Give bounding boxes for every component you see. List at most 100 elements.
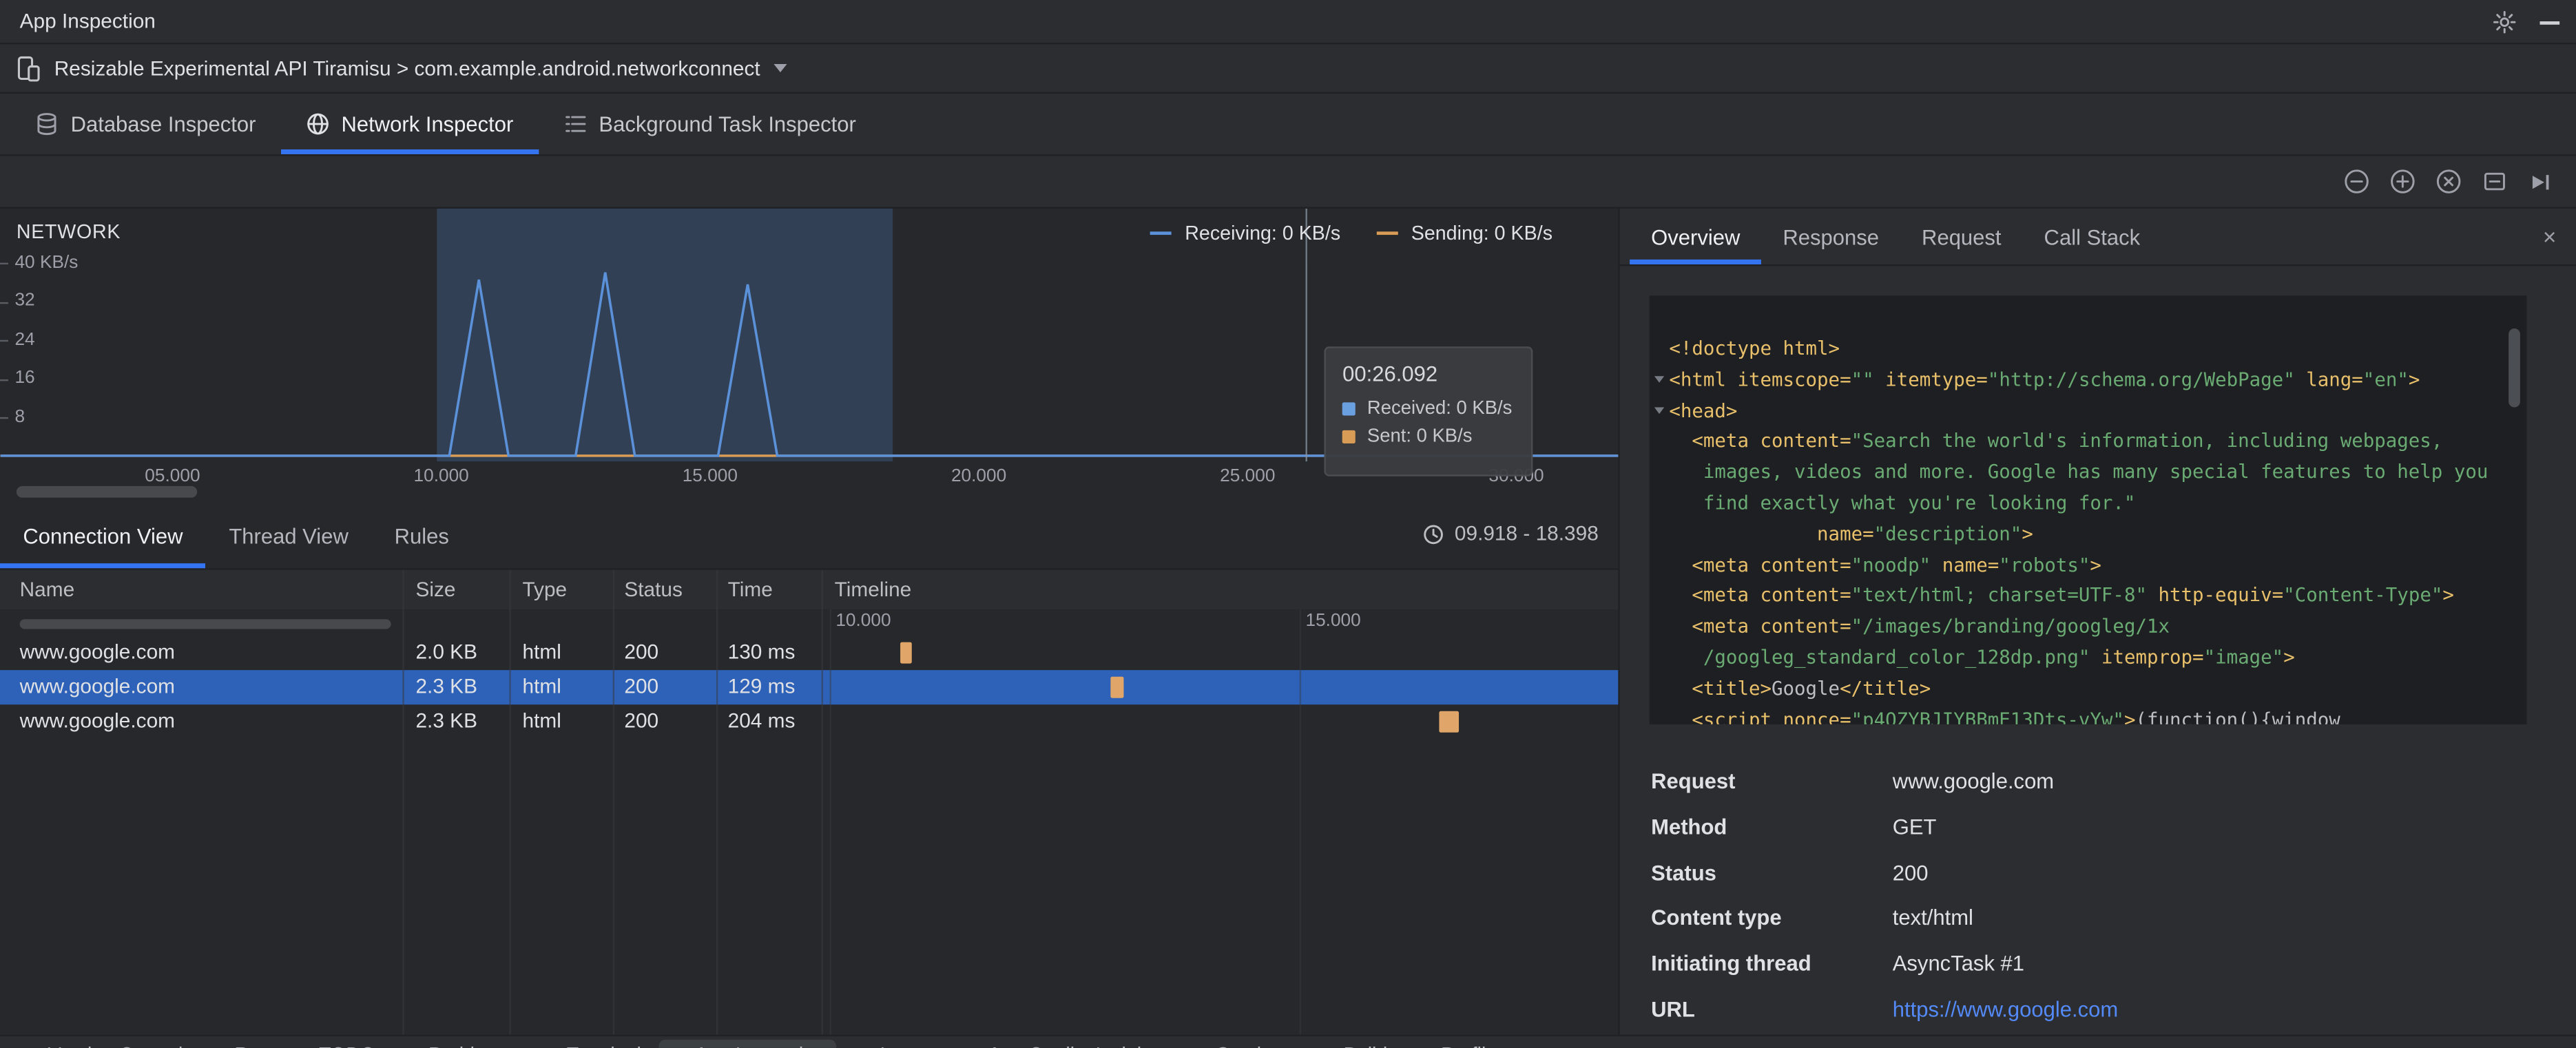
timeline-request-bar bbox=[900, 642, 912, 664]
field-value: 200 bbox=[1892, 860, 1929, 885]
response-preview-editor[interactable]: <!doctype html> <html itemscope="" itemty… bbox=[1649, 295, 2527, 724]
selected-time-range: 09.918 - 18.398 bbox=[1424, 522, 1599, 545]
toolwindow-profiler[interactable]: ◷ Profiler bbox=[1406, 1040, 1515, 1048]
reset-zoom-button[interactable] bbox=[2435, 167, 2463, 196]
column-header-type[interactable]: Type bbox=[522, 570, 567, 609]
field-row-content-type: Content type text/html bbox=[1651, 895, 2546, 941]
x-axis-tick-label: 15.000 bbox=[682, 466, 738, 487]
y-axis-tick-label: 8 bbox=[14, 406, 25, 426]
connections-panel: Connection View Thread View Rules 09.918 -… bbox=[0, 503, 1619, 1035]
logcat-icon: ▤ bbox=[855, 1044, 872, 1048]
cell-size: 2.3 KB bbox=[415, 675, 477, 698]
inspector-tab-background-task-inspector[interactable]: Background Task Inspector bbox=[538, 94, 881, 154]
toolwindow-run[interactable]: ▶ Run bbox=[201, 1040, 282, 1048]
field-row-request: Request www.google.com bbox=[1651, 759, 2546, 804]
toolwindow-build[interactable]: ◆ Build bbox=[1310, 1040, 1399, 1048]
toolwindow-logcat[interactable]: ▤ Logcat bbox=[843, 1040, 951, 1048]
column-header-name[interactable]: Name bbox=[20, 570, 75, 609]
table-row[interactable]: www.google.com 2.3 KB html 200 204 ms bbox=[0, 704, 1618, 739]
tooltip-value: Sent: 0 KB/s bbox=[1367, 427, 1473, 447]
toolwindow-label: TODO bbox=[319, 1043, 375, 1048]
process-selector[interactable]: Resizable Experimental API Tiramisu > co… bbox=[0, 44, 2576, 94]
chart-title: NETWORK bbox=[16, 220, 121, 244]
toolwindow-terminal[interactable]: ▭ Terminal bbox=[530, 1040, 652, 1048]
details-tab-bar: Overview Response Request Call Stack bbox=[1619, 209, 2576, 266]
cell-status: 200 bbox=[624, 640, 659, 664]
field-label: Request bbox=[1651, 769, 1736, 794]
tooltip-swatch bbox=[1342, 430, 1356, 444]
legend-label: Receiving: 0 KB/s bbox=[1185, 222, 1341, 245]
name-column-scrollbar[interactable] bbox=[19, 619, 391, 629]
field-value: text/html bbox=[1892, 905, 1973, 930]
tooltip-row: Received: 0 KB/s bbox=[1342, 399, 1515, 419]
tab-connection-view[interactable]: Connection View bbox=[0, 503, 206, 568]
table-row[interactable]: www.google.com 2.0 KB html 200 130 ms bbox=[0, 636, 1618, 670]
cell-name: www.google.com bbox=[19, 675, 176, 698]
code-line: <head> bbox=[1669, 398, 1738, 422]
version-control-icon: ⊙ bbox=[25, 1044, 40, 1048]
code-scrollbar[interactable] bbox=[2509, 328, 2520, 408]
app-quality-insights-icon: ◔ bbox=[969, 1045, 980, 1048]
toolwindow-todo[interactable]: ≡ TODO bbox=[289, 1040, 387, 1048]
database-icon bbox=[34, 112, 59, 136]
field-value-link[interactable]: https://www.google.com bbox=[1893, 996, 2118, 1021]
details-tab-call-stack[interactable]: Call Stack bbox=[2023, 209, 2162, 264]
cell-size: 2.0 KB bbox=[415, 640, 477, 664]
zoom-in-button[interactable] bbox=[2389, 167, 2417, 196]
fold-marker-icon[interactable] bbox=[1654, 375, 1665, 383]
chart-scrollbar[interactable] bbox=[16, 486, 198, 498]
zoom-out-button[interactable] bbox=[2343, 167, 2371, 196]
jump-to-live-button[interactable] bbox=[2526, 168, 2553, 194]
legend-label: Sending: 0 KB/s bbox=[1411, 222, 1553, 245]
column-header-timeline[interactable]: Timeline bbox=[835, 570, 912, 609]
cell-status: 200 bbox=[624, 675, 659, 698]
toolwindow-label: Services bbox=[1216, 1043, 1292, 1048]
toolwindow-app-inspection[interactable]: ◎ App Inspection bbox=[659, 1039, 837, 1048]
column-header-status[interactable]: Status bbox=[624, 570, 683, 609]
code-line: name="description"> bbox=[1669, 521, 2033, 545]
toolwindow-services[interactable]: ⊞ Services bbox=[1181, 1040, 1303, 1048]
field-row-url: URL https://www.google.com bbox=[1651, 986, 2546, 1031]
process-selection-label: Resizable Experimental API Tiramisu > co… bbox=[54, 56, 760, 80]
fold-marker-icon[interactable] bbox=[1654, 406, 1665, 414]
toolwindow-problems[interactable]: ⊘ Problems bbox=[394, 1040, 523, 1048]
y-axis-tick-label: 32 bbox=[14, 291, 35, 311]
timeline-tick-label: 15.000 bbox=[1305, 611, 1361, 631]
inspector-tab-database-inspector[interactable]: Database Inspector bbox=[10, 94, 280, 154]
y-axis-tick bbox=[0, 262, 8, 265]
column-divider bbox=[612, 569, 615, 1035]
code-line: find exactly what you're looking for." bbox=[1669, 491, 2136, 514]
toolwindow-version-control[interactable]: ⊙ Version Control bbox=[13, 1040, 194, 1048]
details-tab-response[interactable]: Response bbox=[1761, 209, 1900, 264]
timeline-gridline bbox=[1298, 609, 1301, 1035]
field-row-status: Status 200 bbox=[1651, 850, 2546, 895]
column-divider bbox=[509, 569, 511, 1035]
column-header-time[interactable]: Time bbox=[728, 570, 773, 609]
tooltip-values: Received: 0 KB/s Sent: 0 KB/s bbox=[1342, 399, 1515, 447]
cell-type: html bbox=[522, 709, 561, 733]
code-line: <meta content="noodp" name="robots"> bbox=[1669, 552, 2101, 576]
toolwindow-label: Version Control bbox=[48, 1043, 183, 1048]
zoom-to-selection-button[interactable] bbox=[2481, 167, 2509, 196]
tab-thread-view[interactable]: Thread View bbox=[206, 503, 371, 568]
table-row[interactable]: www.google.com 2.3 KB html 200 129 ms bbox=[0, 670, 1619, 705]
build-icon: ◆ bbox=[1322, 1044, 1336, 1048]
y-axis-tick-label: 40 KB/s bbox=[14, 252, 79, 272]
gear-icon[interactable] bbox=[2492, 10, 2517, 34]
column-header-size[interactable]: Size bbox=[415, 570, 455, 609]
code-line: <meta content="Search the world's inform… bbox=[1669, 429, 2443, 452]
inspector-tab-bar: Database Inspector Network Inspector Backg… bbox=[0, 93, 2576, 156]
toolwindow-label: Build bbox=[1344, 1043, 1388, 1048]
minimize-icon[interactable] bbox=[2539, 21, 2560, 24]
y-axis-tick bbox=[0, 301, 8, 304]
toolwindow-label: Run bbox=[234, 1043, 271, 1048]
chart-selection-range[interactable] bbox=[437, 208, 893, 462]
toolwindow-app-quality-insights[interactable]: ◔ App Quality Insights bbox=[957, 1040, 1175, 1048]
close-icon[interactable]: × bbox=[2543, 222, 2557, 251]
details-tab-request[interactable]: Request bbox=[1900, 209, 2023, 264]
inspector-tab-network-inspector[interactable]: Network Inspector bbox=[280, 94, 538, 154]
details-tab-overview[interactable]: Overview bbox=[1630, 209, 1761, 264]
legend-item-sending: Sending: 0 KB/s bbox=[1376, 222, 1553, 245]
tab-rules[interactable]: Rules bbox=[371, 503, 472, 568]
connections-table-header[interactable]: Name Size Type Status Time Timeline bbox=[0, 569, 1619, 609]
